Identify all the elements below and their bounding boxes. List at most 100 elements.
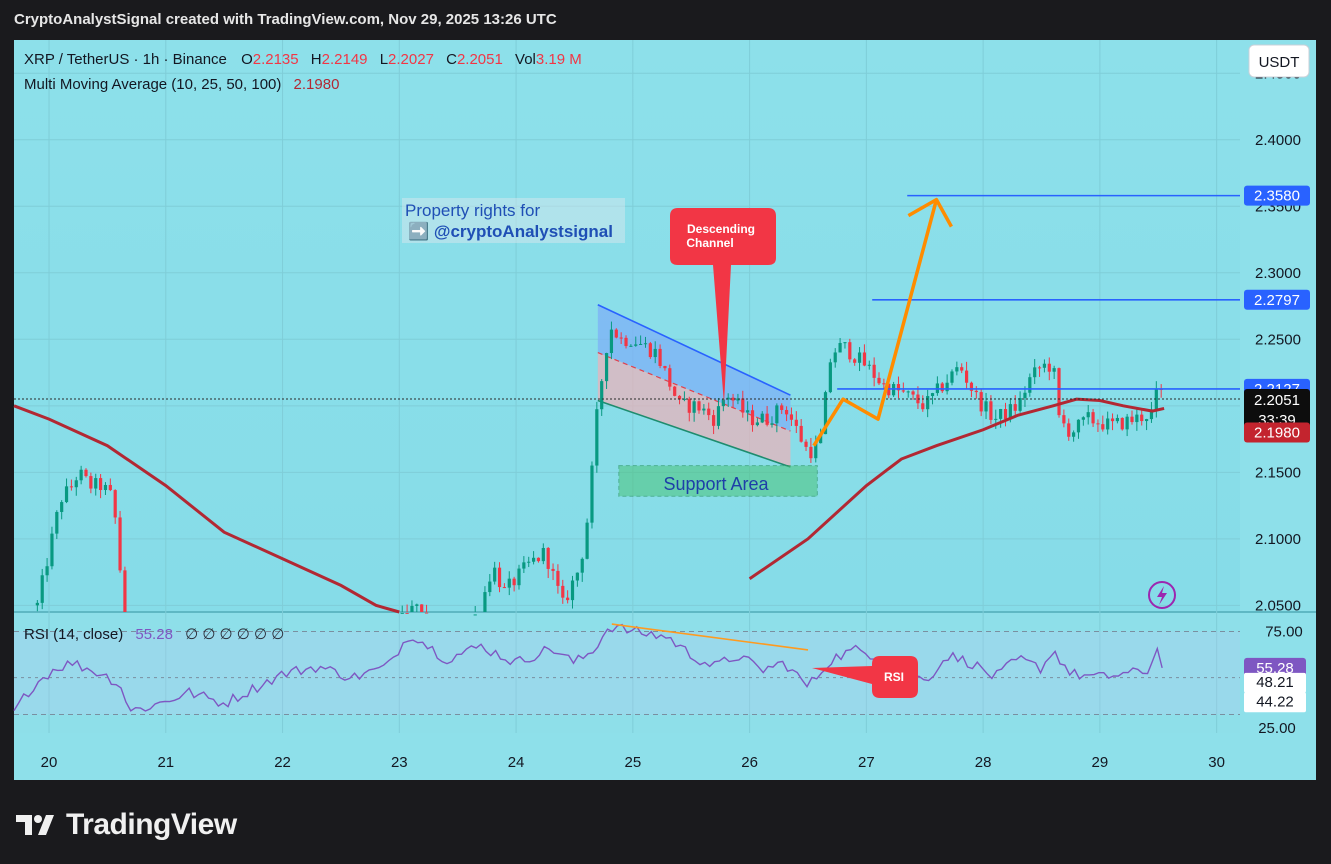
candle-body (1076, 419, 1081, 433)
candle-body (984, 401, 988, 412)
rsi-value: 55.28 (135, 626, 173, 643)
property-rights-note[interactable]: Property rights for ➡️ @cryptoAnalystsig… (402, 198, 625, 243)
candle-body (1052, 368, 1056, 372)
candle-body (50, 533, 54, 567)
candle-body (570, 580, 575, 601)
candle-body (113, 490, 117, 518)
candle-body (955, 367, 959, 372)
time-tick-label: 26 (741, 754, 758, 771)
candle-body (1120, 417, 1124, 430)
candle-body (1072, 432, 1076, 437)
candle-body (410, 605, 414, 612)
legend-high: 2.2149 (322, 51, 368, 68)
candle-body (60, 502, 64, 512)
header-title: CryptoAnalystSignal created with Trading… (14, 11, 557, 28)
candle-body (921, 403, 925, 410)
candle-body (590, 465, 594, 523)
time-tick-label: 25 (624, 754, 641, 771)
chart-area[interactable]: 2.05002.10002.15002.20002.25002.30002.35… (0, 38, 1331, 780)
candle-body (770, 423, 774, 425)
rsi-legend[interactable]: RSI (14, close) 55.28 ∅ ∅ ∅ ∅ ∅ ∅ (24, 626, 284, 643)
candle-body (668, 368, 672, 387)
candle-body (108, 484, 112, 491)
candle-body (531, 557, 536, 562)
candle-body (930, 393, 935, 397)
candle-body (862, 352, 867, 366)
candle-body (979, 392, 983, 412)
legend-ma-value: 2.1980 (294, 76, 340, 93)
candle-body (809, 446, 813, 459)
rsi-placeholders: ∅ ∅ ∅ ∅ ∅ ∅ (185, 626, 284, 643)
candle-body (804, 441, 808, 447)
rsi-band (14, 631, 1240, 715)
candle-body (541, 547, 545, 562)
candle-body (872, 364, 876, 378)
candle-body (98, 478, 103, 491)
candle-body (648, 343, 652, 358)
tradingview-logo-text: TradingView (66, 808, 237, 841)
candle-body (595, 409, 599, 466)
rsi-tag-lower: 44.22 (1244, 692, 1306, 713)
candle-body (600, 381, 604, 410)
descending-callout-line2: Channel (686, 236, 733, 250)
candle-body (882, 383, 886, 385)
time-tick-label: 20 (41, 754, 58, 771)
descending-callout-line1: Descending (687, 222, 755, 236)
rsi-tag-mid: 48.21 (1244, 672, 1306, 693)
currency-button[interactable]: USDT (1248, 44, 1310, 78)
candle-body (1003, 409, 1008, 420)
candle-body (1110, 418, 1115, 422)
candle-body (901, 390, 905, 392)
legend-high-label: H (311, 51, 322, 68)
candle-body (556, 570, 560, 586)
legend-close: 2.2051 (457, 51, 503, 68)
candle-body (527, 561, 531, 563)
legend-vol: 3.19 M (536, 51, 582, 68)
candle-body (1140, 414, 1144, 422)
candle-body (585, 522, 589, 559)
candle-body (1091, 412, 1095, 424)
candle-body (1057, 368, 1061, 416)
candle-body (906, 391, 910, 393)
candle-body (702, 408, 706, 411)
rsi-callout-label: RSI (884, 670, 904, 684)
candle-body (84, 469, 88, 477)
candle-body (1023, 392, 1027, 399)
candle-body (755, 422, 759, 426)
candle-body (964, 370, 969, 383)
support-area-label: Support Area (663, 474, 769, 494)
candle-body (1037, 367, 1042, 369)
candle-body (1115, 417, 1119, 422)
candle-body (424, 612, 429, 614)
candle-body (926, 396, 930, 410)
candle-body (546, 547, 550, 569)
candle-body (123, 570, 127, 612)
candle-body (784, 409, 789, 415)
candle-body (74, 480, 78, 488)
candle-body (794, 419, 798, 426)
candle-body (716, 406, 721, 426)
tradingview-logo[interactable]: TradingView (16, 808, 237, 842)
candle-body (103, 484, 108, 491)
legend-close-label: C (446, 51, 457, 68)
candle-body (848, 342, 852, 360)
candle-body (673, 386, 677, 396)
candle-body (1135, 414, 1139, 423)
rsi-axis-hidden: 25.00 (1258, 720, 1296, 737)
candle-body (711, 415, 716, 426)
legend-symbol: XRP / TetherUS · 1h · Binance (24, 51, 227, 68)
candle-body (69, 486, 74, 488)
legend-low-label: L (380, 51, 388, 68)
legend-low: 2.2027 (388, 51, 434, 68)
legend-open: 2.2135 (253, 51, 299, 68)
property-line2: ➡️ @cryptoAnalystsignal (408, 221, 613, 241)
svg-text:44.22: 44.22 (1256, 693, 1294, 710)
candle-body (575, 572, 579, 581)
candle-body (741, 398, 745, 413)
candle-body (522, 562, 526, 569)
candle-body (687, 398, 691, 413)
candle-body (1096, 423, 1100, 425)
candle-body (639, 343, 643, 345)
candle-body (551, 568, 555, 571)
candle-body (488, 581, 492, 593)
